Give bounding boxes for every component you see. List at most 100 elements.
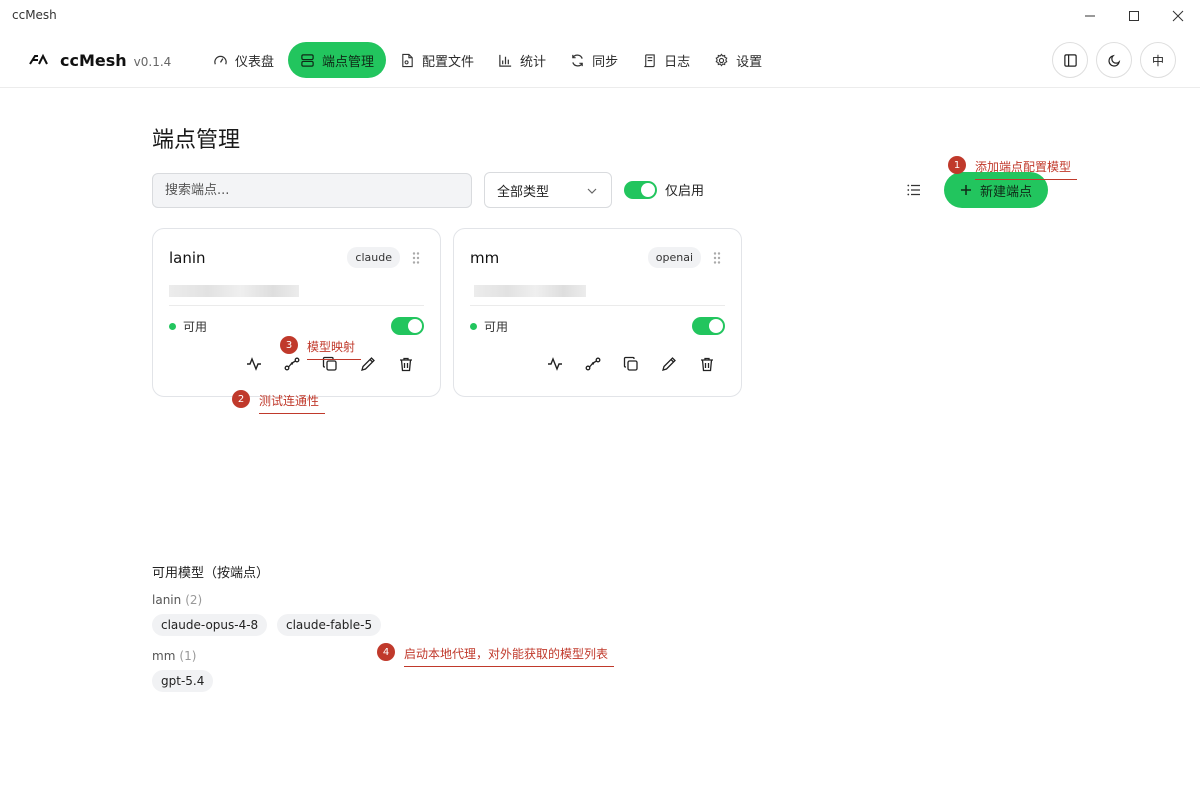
plus-icon xyxy=(960,185,971,195)
endpoint-name: mm xyxy=(470,249,500,267)
edit-button[interactable] xyxy=(658,353,680,375)
maximize-icon xyxy=(1129,11,1139,21)
nav-label: 日志 xyxy=(664,54,691,70)
models-section-title: 可用模型（按端点） xyxy=(152,566,270,581)
endpoint-card[interactable]: lanin claude 可用 xyxy=(152,228,441,397)
sync-icon xyxy=(572,53,583,67)
annotation-number: 2 xyxy=(232,390,250,408)
chevron-down-icon xyxy=(587,188,597,194)
nav-label: 仪表盘 xyxy=(235,54,275,70)
nav-label: 同步 xyxy=(592,54,619,70)
sidebar-toggle-button[interactable] xyxy=(1052,42,1088,78)
activity-icon xyxy=(548,357,562,371)
annotation-text: 测试连通性 xyxy=(259,392,326,414)
pencil-icon xyxy=(662,357,676,371)
model-mapping-button[interactable] xyxy=(582,353,604,375)
main-nav: 仪表盘 端点管理 配置文件 统计 同步 日志 设置 xyxy=(203,42,776,78)
nav-settings[interactable]: 设置 xyxy=(704,42,772,78)
language-button[interactable]: 中 xyxy=(1140,42,1176,78)
annotation-text: 启动本地代理，对外能获取的模型列表 xyxy=(404,645,615,667)
activity-icon xyxy=(247,357,261,371)
endpoint-status: 可用 xyxy=(470,318,508,335)
nav-endpoints[interactable]: 端点管理 xyxy=(288,42,387,78)
enabled-only-filter: 仅启用 xyxy=(624,180,704,199)
endpoint-card[interactable]: mm openai 可用 xyxy=(453,228,742,397)
endpoint-name: lanin xyxy=(169,249,206,267)
app-header: ccMesh v0.1.4 仪表盘 端点管理 配置文件 统计 同步 日志 设置 … xyxy=(0,32,1200,88)
annotation-text: 添加端点配置模型 xyxy=(975,158,1078,180)
logo-icon xyxy=(29,53,48,65)
type-filter-select[interactable]: 全部类型 xyxy=(484,172,612,208)
nav-stats[interactable]: 统计 xyxy=(488,42,556,78)
nav-sync[interactable]: 同步 xyxy=(560,42,628,78)
duplicate-button[interactable] xyxy=(620,353,642,375)
nav-label: 端点管理 xyxy=(322,54,375,70)
drag-handle-icon[interactable] xyxy=(712,251,722,265)
route-icon xyxy=(585,357,601,371)
type-filter-value: 全部类型 xyxy=(497,184,550,200)
moon-icon xyxy=(1107,54,1120,67)
delete-button[interactable] xyxy=(395,353,417,375)
nav-label: 统计 xyxy=(520,54,547,70)
close-button[interactable] xyxy=(1162,4,1194,28)
drag-handle-icon[interactable] xyxy=(411,251,421,265)
status-text: 可用 xyxy=(183,320,208,334)
nav-dashboard[interactable]: 仪表盘 xyxy=(203,42,284,78)
page-title: 端点管理 xyxy=(152,128,241,153)
brand: ccMesh v0.1.4 xyxy=(28,32,171,88)
endpoint-enable-toggle[interactable] xyxy=(391,317,424,335)
search-input[interactable] xyxy=(152,173,472,208)
server-icon xyxy=(301,53,314,67)
scroll-icon xyxy=(644,53,655,67)
annotation-text: 模型映射 xyxy=(307,338,362,360)
endpoint-url-redacted xyxy=(169,285,299,297)
trash-icon xyxy=(701,357,713,372)
gear-icon xyxy=(715,53,728,67)
endpoint-type-badge: openai xyxy=(647,247,701,268)
annotation-1: 1 添加端点配置模型 xyxy=(948,150,1078,180)
list-icon xyxy=(907,184,920,196)
endpoint-status: 可用 xyxy=(169,318,207,335)
minimize-button[interactable] xyxy=(1074,4,1106,28)
nav-label: 配置文件 xyxy=(422,54,475,70)
trash-icon xyxy=(400,357,412,372)
window-title: ccMesh xyxy=(12,8,57,22)
nav-label: 设置 xyxy=(736,54,763,70)
bar-chart-icon xyxy=(499,54,512,67)
annotation-2: 2 测试连通性 xyxy=(232,384,326,414)
status-text: 可用 xyxy=(484,320,509,334)
model-chip: gpt-5.4 xyxy=(152,670,214,692)
enabled-only-toggle[interactable] xyxy=(624,180,657,199)
annotation-number: 4 xyxy=(377,643,395,661)
divider xyxy=(169,305,424,306)
sidebar-icon xyxy=(1063,53,1077,67)
endpoint-actions xyxy=(544,353,734,375)
model-group-label: lanin (2) xyxy=(152,593,202,607)
endpoint-enable-toggle[interactable] xyxy=(692,317,725,335)
list-view-button[interactable] xyxy=(904,180,924,200)
nav-logs[interactable]: 日志 xyxy=(632,42,700,78)
minimize-icon xyxy=(1085,15,1095,17)
model-group-count: (1) xyxy=(179,649,197,663)
gauge-icon xyxy=(214,55,227,64)
model-group-count: (2) xyxy=(185,593,203,607)
annotation-3: 3 模型映射 xyxy=(280,330,362,360)
divider xyxy=(470,305,725,306)
test-connectivity-button[interactable] xyxy=(544,353,566,375)
window-titlebar: ccMesh xyxy=(0,0,1200,32)
annotation-number: 3 xyxy=(280,336,298,354)
enabled-only-label: 仅启用 xyxy=(665,184,705,199)
theme-toggle-button[interactable] xyxy=(1096,42,1132,78)
test-connectivity-button[interactable] xyxy=(243,353,265,375)
status-dot xyxy=(470,323,477,330)
model-group-endpoint: lanin xyxy=(152,593,182,607)
maximize-button[interactable] xyxy=(1118,4,1150,28)
model-chip: claude-opus-4-8 xyxy=(152,614,268,636)
delete-button[interactable] xyxy=(696,353,718,375)
nav-config-files[interactable]: 配置文件 xyxy=(390,42,484,78)
endpoint-type-badge: claude xyxy=(347,247,400,268)
annotation-number: 1 xyxy=(948,156,966,174)
endpoint-url-redacted xyxy=(474,285,586,297)
copy-icon xyxy=(623,356,638,371)
pencil-icon xyxy=(361,357,375,371)
